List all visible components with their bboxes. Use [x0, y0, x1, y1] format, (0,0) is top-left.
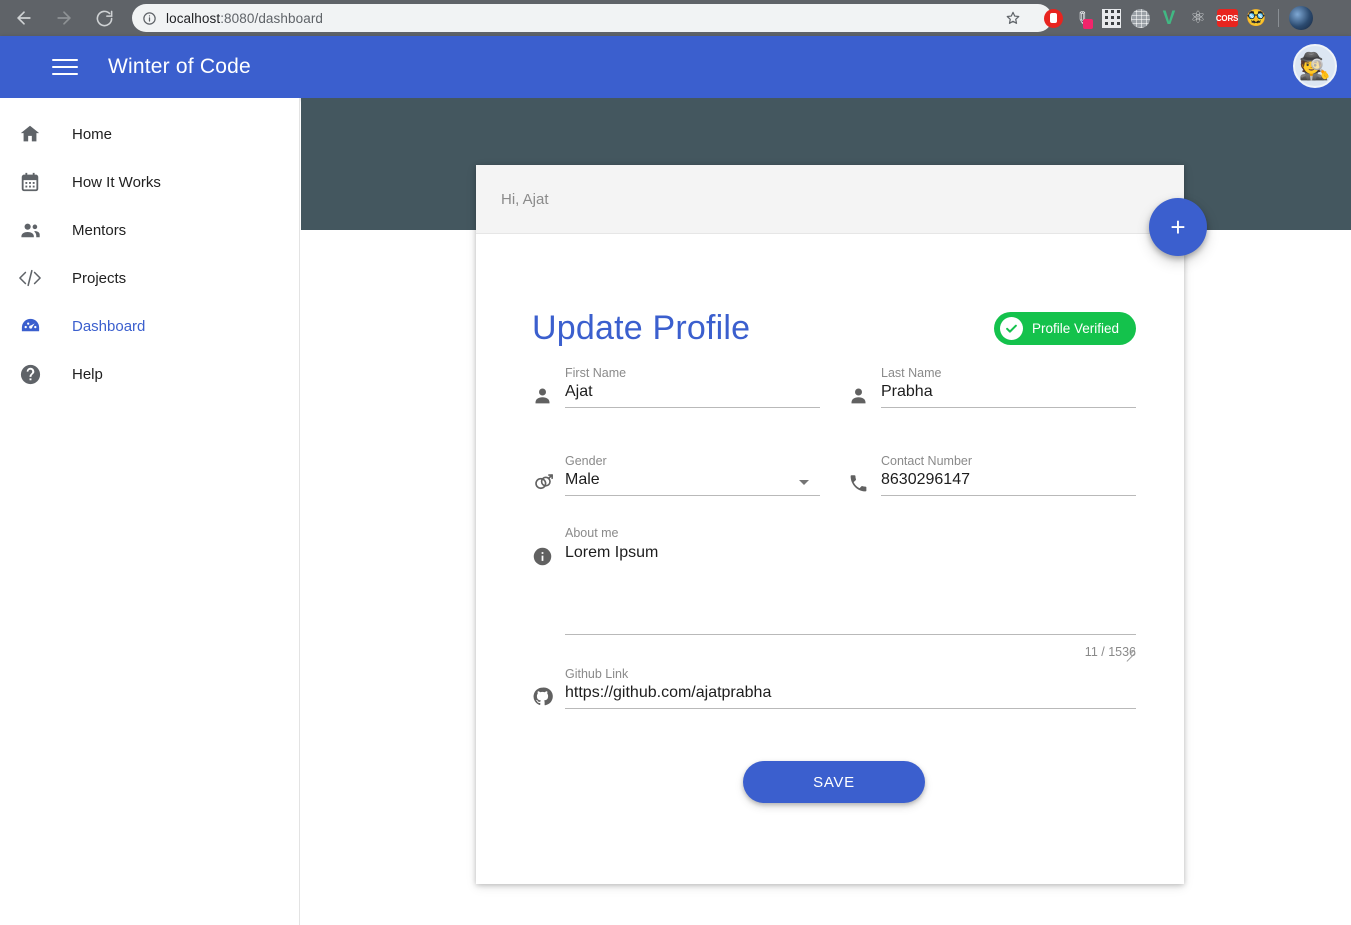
sidebar-item-projects[interactable]: Projects [0, 254, 299, 302]
dashboard-gauge-icon [0, 315, 60, 338]
home-icon [0, 123, 60, 145]
github-link-field: Github Link [532, 667, 1136, 709]
info-icon [532, 526, 565, 566]
people-icon [0, 219, 60, 242]
sidebar-item-how-it-works[interactable]: How It Works [0, 158, 299, 206]
avatar-glyph: 🕵 [1298, 51, 1332, 81]
greeting-text: Hi, Ajat [501, 190, 549, 208]
react-devtools-extension-icon[interactable]: ⚛ [1185, 5, 1211, 31]
vue-devtools-extension-icon[interactable]: V [1156, 5, 1182, 31]
address-bar-text: localhost:8080/dashboard [166, 10, 324, 26]
about-me-field: About me 11 / 1536 [532, 526, 1136, 659]
sidebar-item-mentors[interactable]: Mentors [0, 206, 299, 254]
eyedropper-extension-icon[interactable]: ✎ [1069, 5, 1095, 31]
update-profile-form: Update Profile Profile Verified First Na… [476, 234, 1184, 803]
save-button-wrap: SAVE [532, 761, 1136, 803]
status-badge-label: Profile Verified [1031, 321, 1119, 336]
info-circle-icon[interactable] [142, 11, 157, 26]
sidebar-item-help[interactable]: Help [0, 350, 299, 398]
github-link-row: Github Link [532, 667, 1136, 709]
github-icon [532, 679, 565, 709]
contact-number-label: Contact Number [881, 454, 973, 468]
form-title-row: Update Profile Profile Verified [532, 309, 1136, 348]
gender-label: Gender [565, 454, 607, 468]
check-circle-icon [999, 317, 1023, 340]
sidebar-item-home[interactable]: Home [0, 110, 299, 158]
main-content: Hi, Ajat + Update Profile Profile Verifi… [301, 98, 1351, 925]
first-name-input[interactable] [565, 383, 820, 408]
greeting-bar: Hi, Ajat + [476, 165, 1207, 256]
address-bar[interactable]: localhost:8080/dashboard [132, 4, 1052, 32]
extension-icons: ✎ V ⚛ CORS 🥸 [1040, 0, 1314, 36]
hamburger-menu-icon[interactable] [52, 59, 78, 75]
gender-field: Gender [532, 454, 820, 496]
last-name-label: Last Name [881, 366, 942, 380]
calendar-icon [0, 171, 60, 193]
last-name-field: Last Name [848, 366, 1136, 408]
about-me-textarea[interactable] [565, 543, 1136, 635]
stop-extension-icon[interactable] [1040, 5, 1066, 31]
contact-number-field: Contact Number [848, 454, 1136, 496]
browser-forward-button[interactable] [48, 2, 80, 34]
gender-icon [532, 466, 565, 496]
cors-extension-icon[interactable]: CORS [1214, 5, 1240, 31]
contact-number-input[interactable] [881, 471, 1136, 496]
browser-toolbar: localhost:8080/dashboard ✎ V ⚛ CORS 🥸 [0, 0, 1351, 36]
github-link-label: Github Link [565, 667, 629, 681]
save-button[interactable]: SAVE [743, 761, 925, 803]
person-icon [848, 378, 881, 408]
about-me-label: About me [565, 526, 619, 540]
browser-profile-avatar[interactable] [1288, 5, 1314, 31]
toolbar-divider [1278, 9, 1279, 27]
bookmark-button[interactable] [988, 4, 1038, 32]
status-badge[interactable]: Profile Verified [993, 312, 1136, 345]
browser-back-button[interactable] [8, 2, 40, 34]
gender-contact-row: Gender Contact Number [532, 454, 1136, 496]
sidebar-item-label: Home [72, 125, 113, 143]
incognito-extension-icon[interactable]: 🥸 [1243, 5, 1269, 31]
page-title: Update Profile [532, 309, 751, 347]
github-link-input[interactable] [565, 684, 1136, 709]
first-name-label: First Name [565, 366, 627, 380]
sidebar-item-label: Mentors [72, 221, 127, 239]
sidebar: Home How It Works Mentors Projects Dashb… [0, 98, 300, 925]
profile-card: Hi, Ajat + Update Profile Profile Verifi… [476, 165, 1207, 884]
app-header: Winter of Code 🕵 [0, 36, 1351, 98]
user-avatar[interactable]: 🕵 [1293, 44, 1337, 88]
character-counter: 11 / 1536 [1084, 645, 1136, 659]
sidebar-item-label: Projects [72, 269, 127, 287]
first-name-field: First Name [532, 366, 820, 408]
globe-extension-icon[interactable] [1127, 5, 1153, 31]
sidebar-item-dashboard[interactable]: Dashboard [0, 302, 299, 350]
browser-reload-button[interactable] [88, 2, 120, 34]
code-brackets-icon [0, 267, 60, 289]
name-row: First Name Last Name [532, 366, 1136, 408]
help-circle-icon [0, 363, 60, 386]
person-icon [532, 378, 565, 408]
sidebar-item-label: How It Works [72, 173, 161, 191]
last-name-input[interactable] [881, 383, 1136, 408]
qr-code-extension-icon[interactable] [1098, 5, 1124, 31]
sidebar-item-label: Dashboard [72, 317, 146, 335]
about-me-row: About me 11 / 1536 [532, 526, 1136, 659]
gender-select[interactable] [565, 471, 820, 496]
sidebar-item-label: Help [72, 365, 103, 383]
app-title: Winter of Code [108, 55, 251, 78]
phone-icon [848, 466, 881, 496]
